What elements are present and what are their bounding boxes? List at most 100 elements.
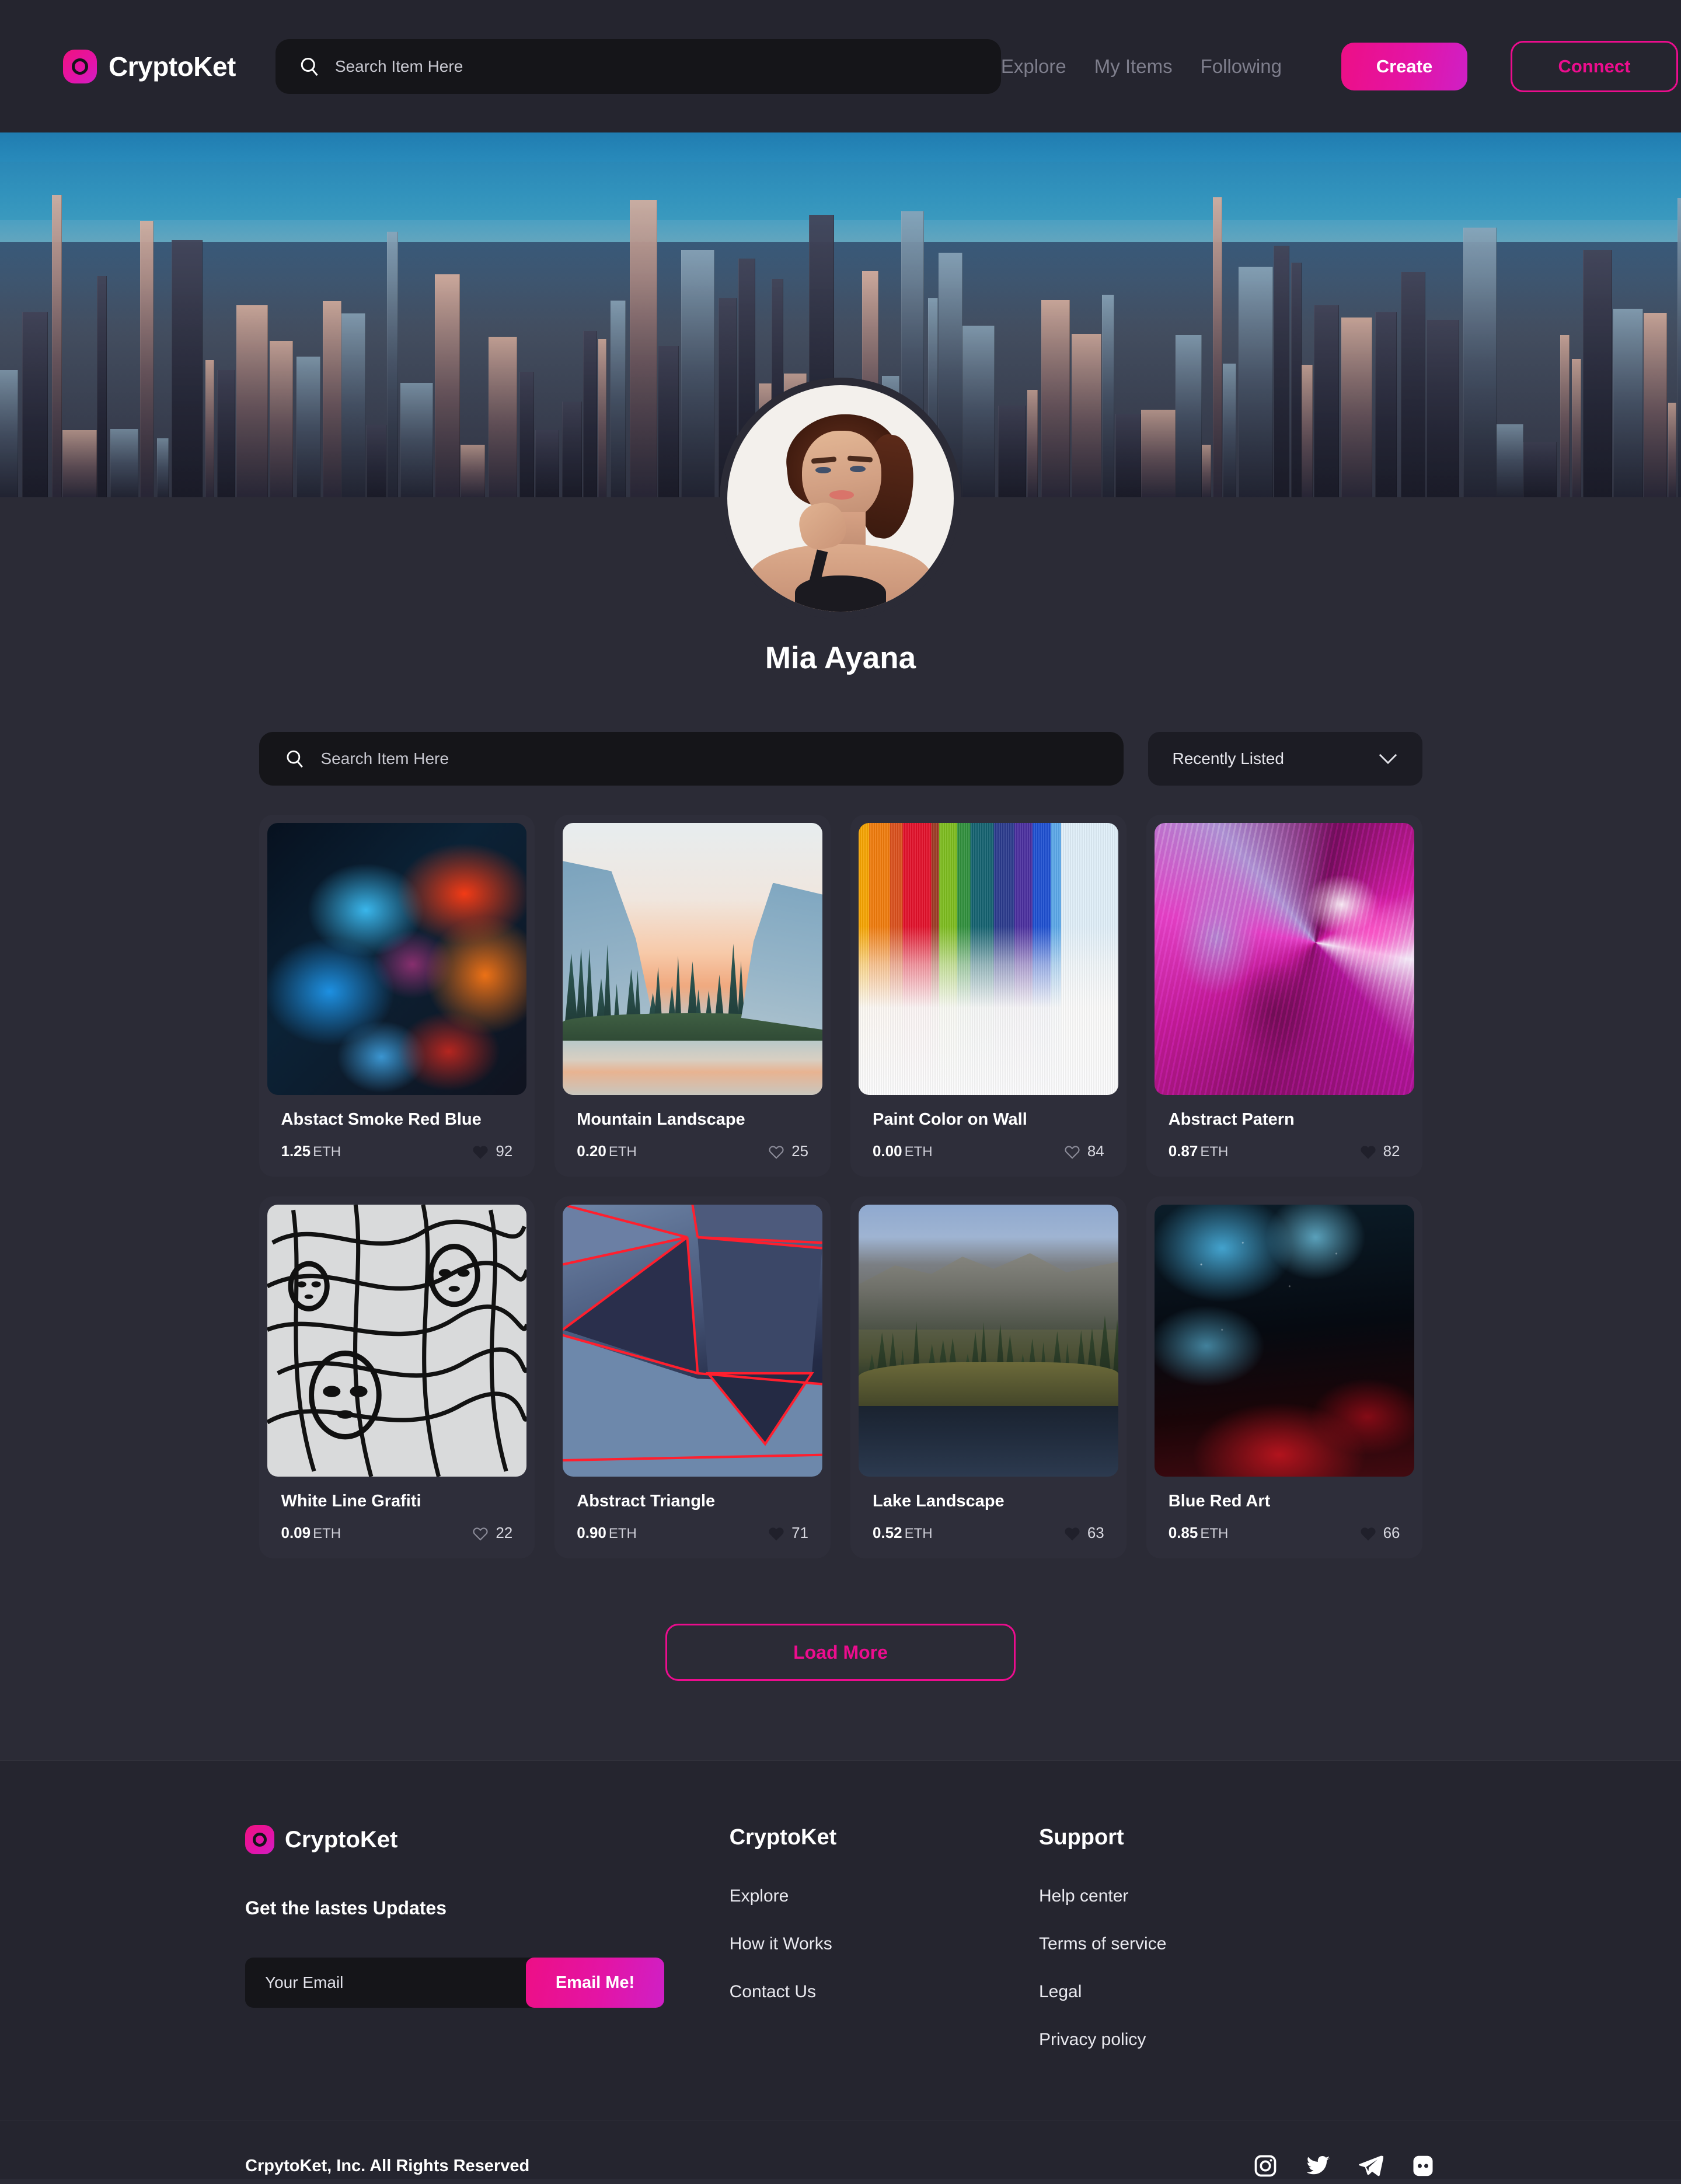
nft-likes[interactable]: 92 bbox=[472, 1142, 512, 1160]
footer-brand-name: CryptoKet bbox=[285, 1826, 398, 1852]
item-search-input[interactable] bbox=[320, 749, 1098, 768]
avatar-image bbox=[727, 385, 954, 612]
item-search-box[interactable] bbox=[259, 732, 1124, 786]
nft-title: Blue Red Art bbox=[1168, 1492, 1271, 1510]
nft-card[interactable]: White Line Grafiti 0.09 ETH 22 bbox=[259, 1196, 535, 1558]
footer-link-terms-of-service[interactable]: Terms of service bbox=[1039, 1934, 1436, 1954]
nft-title: Mountain Landscape bbox=[577, 1110, 745, 1129]
load-more-row: Load More bbox=[259, 1558, 1422, 1681]
chevron-down-icon bbox=[1378, 753, 1398, 765]
primary-nav: Explore My Items Following Create Connec… bbox=[1001, 40, 1678, 92]
nft-price-currency: ETH bbox=[313, 1144, 341, 1160]
header-search-input[interactable] bbox=[334, 57, 978, 76]
nft-price-currency: ETH bbox=[1200, 1144, 1229, 1160]
nft-card-meta: 0.20 ETH 25 bbox=[577, 1142, 808, 1160]
footer-column-title: Support bbox=[1039, 1825, 1124, 1850]
nft-grid-section: Abstact Smoke Red Blue 1.25 ETH 92 Mountain … bbox=[259, 786, 1422, 1681]
footer-link-privacy-policy[interactable]: Privacy policy bbox=[1039, 2030, 1436, 2050]
load-more-button[interactable]: Load More bbox=[665, 1624, 1016, 1681]
heart-icon[interactable] bbox=[768, 1144, 784, 1159]
email-field[interactable] bbox=[245, 1958, 526, 2008]
nft-artwork bbox=[563, 1205, 822, 1477]
footer-brand[interactable]: CryptoKet bbox=[245, 1825, 730, 1854]
create-button[interactable]: Create bbox=[1341, 42, 1467, 90]
fluid-speckle bbox=[1154, 1205, 1414, 1477]
instagram-icon[interactable] bbox=[1253, 2153, 1278, 2179]
nft-like-count: 66 bbox=[1383, 1524, 1400, 1541]
nft-card-body: Lake Landscape 0.52 ETH 63 bbox=[859, 1477, 1118, 1558]
footer-link-explore[interactable]: Explore bbox=[730, 1886, 1039, 1906]
nft-card[interactable]: Mountain Landscape 0.20 ETH 25 bbox=[554, 815, 831, 1177]
nft-price-currency: ETH bbox=[313, 1526, 341, 1541]
nft-artwork bbox=[1154, 1205, 1414, 1477]
nft-card-body: Paint Color on Wall 0.00 ETH 84 bbox=[859, 1095, 1118, 1177]
nft-card[interactable]: Abstract Triangle 0.90 ETH 71 bbox=[554, 1196, 831, 1558]
nft-likes[interactable]: 82 bbox=[1360, 1142, 1400, 1160]
footer-link-help-center[interactable]: Help center bbox=[1039, 1886, 1436, 1906]
newsletter-form: Email Me! bbox=[245, 1958, 664, 2008]
nft-price: 0.20 ETH bbox=[577, 1142, 637, 1160]
nft-card-body: Mountain Landscape 0.20 ETH 25 bbox=[563, 1095, 822, 1177]
low-poly-facets bbox=[563, 1205, 822, 1477]
heart-icon[interactable] bbox=[1360, 1526, 1376, 1541]
brand-logo[interactable]: CryptoKet bbox=[63, 49, 236, 83]
heart-icon[interactable] bbox=[1064, 1526, 1080, 1541]
tree-shape bbox=[806, 967, 818, 1035]
river-shape bbox=[563, 1040, 822, 1095]
search-icon bbox=[285, 749, 305, 769]
heart-icon[interactable] bbox=[472, 1526, 489, 1541]
nft-likes[interactable]: 66 bbox=[1360, 1524, 1400, 1542]
twitter-icon[interactable] bbox=[1305, 2153, 1331, 2179]
heart-icon[interactable] bbox=[768, 1526, 784, 1541]
footer-link-how-it-works[interactable]: How it Works bbox=[730, 1934, 1039, 1954]
filter-bar: Recently Listed bbox=[259, 690, 1422, 786]
nft-likes[interactable]: 63 bbox=[1064, 1524, 1104, 1542]
nft-card[interactable]: Blue Red Art 0.85 ETH 66 bbox=[1146, 1196, 1422, 1558]
heart-icon[interactable] bbox=[472, 1144, 489, 1159]
cryptoket-logo-icon bbox=[245, 1825, 274, 1854]
nft-card-meta: 0.00 ETH 84 bbox=[873, 1142, 1104, 1160]
nft-price-currency: ETH bbox=[904, 1144, 933, 1160]
footer-column-title: CryptoKet bbox=[729, 1825, 837, 1850]
nft-likes[interactable]: 71 bbox=[768, 1524, 808, 1542]
water-shape bbox=[859, 1405, 1118, 1477]
nft-price-value: 0.85 bbox=[1168, 1524, 1198, 1541]
nft-title: Abstract Triangle bbox=[577, 1492, 716, 1510]
nft-like-count: 82 bbox=[1383, 1142, 1400, 1160]
nft-artwork bbox=[563, 823, 822, 1095]
nft-price-currency: ETH bbox=[904, 1526, 933, 1541]
avatar[interactable] bbox=[720, 378, 961, 619]
footer-column-cryptoket: CryptoKet Explore How it Works Contact U… bbox=[730, 1825, 1039, 2050]
header-search-box[interactable] bbox=[275, 39, 1001, 94]
nav-item-following[interactable]: Following bbox=[1201, 55, 1282, 78]
nft-price-value: 0.90 bbox=[577, 1524, 606, 1541]
nav-item-explore[interactable]: Explore bbox=[1001, 55, 1066, 78]
nft-likes[interactable]: 22 bbox=[472, 1524, 512, 1542]
nft-price-value: 0.09 bbox=[281, 1524, 311, 1541]
nft-card[interactable]: Abstact Smoke Red Blue 1.25 ETH 92 bbox=[259, 815, 535, 1177]
nft-card[interactable]: Lake Landscape 0.52 ETH 63 bbox=[850, 1196, 1127, 1558]
footer-link-legal[interactable]: Legal bbox=[1039, 1982, 1436, 2002]
footer-link-contact-us[interactable]: Contact Us bbox=[730, 1982, 1039, 2002]
sort-select[interactable]: Recently Listed bbox=[1148, 732, 1422, 786]
avatar-lips bbox=[829, 490, 855, 500]
heart-icon[interactable] bbox=[1360, 1144, 1376, 1159]
nft-card-meta: 0.87 ETH 82 bbox=[1169, 1142, 1400, 1160]
discord-icon[interactable] bbox=[1410, 2153, 1436, 2179]
heart-icon[interactable] bbox=[1064, 1144, 1080, 1159]
telegram-icon[interactable] bbox=[1358, 2153, 1384, 2179]
nft-title: White Line Grafiti bbox=[281, 1492, 421, 1510]
nft-like-count: 71 bbox=[791, 1524, 808, 1541]
nft-card[interactable]: Paint Color on Wall 0.00 ETH 84 bbox=[850, 815, 1127, 1177]
nft-likes[interactable]: 84 bbox=[1064, 1142, 1104, 1160]
nft-likes[interactable]: 25 bbox=[768, 1142, 808, 1160]
connect-button[interactable]: Connect bbox=[1510, 40, 1678, 92]
nav-item-my-items[interactable]: My Items bbox=[1094, 55, 1173, 78]
nft-price-value: 0.20 bbox=[577, 1142, 606, 1160]
nft-grid: Abstact Smoke Red Blue 1.25 ETH 92 Mountain … bbox=[259, 815, 1422, 1558]
email-me-button[interactable]: Email Me! bbox=[526, 1958, 664, 2008]
nft-title: Abstact Smoke Red Blue bbox=[281, 1110, 482, 1129]
top-navbar: CryptoKet Explore My Items Following Cre… bbox=[0, 0, 1681, 132]
brand-name: CryptoKet bbox=[109, 51, 236, 82]
nft-card[interactable]: Abstract Patern 0.87 ETH 82 bbox=[1146, 815, 1422, 1177]
